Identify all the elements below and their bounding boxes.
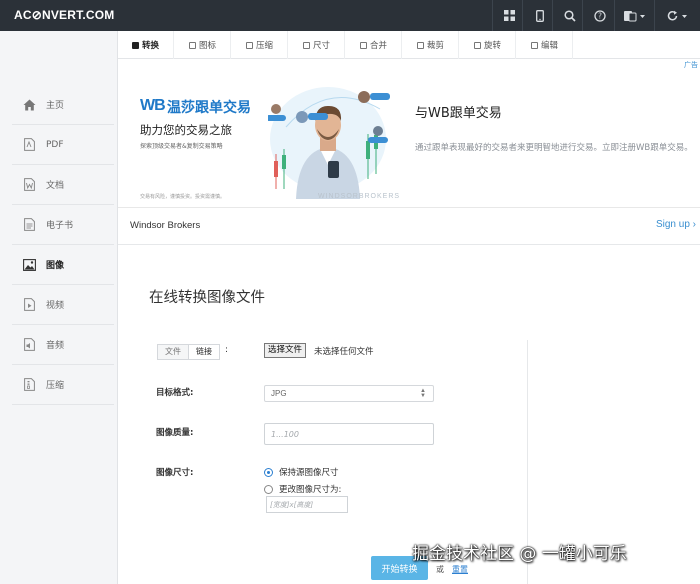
quality-label: 图像质量: <box>156 428 194 438</box>
ad-slogan: 助力您的交易之旅 <box>140 123 232 137</box>
file-status-text: 未选择任何文件 <box>314 347 374 357</box>
source-colon: : <box>225 345 229 355</box>
grid-icon[interactable] <box>492 0 526 31</box>
sidebar-item-pdf[interactable]: PDF <box>12 125 114 165</box>
radio-unselected-icon[interactable] <box>264 484 273 494</box>
sidebar-item-image[interactable]: 图像 <box>12 245 114 285</box>
wb-logo: WB <box>140 97 166 114</box>
target-format-select[interactable]: JPG ▲ ▼ <box>264 385 434 402</box>
sidebar: 主页 PDF 文档 电子书 图像 视频 音频 压缩 <box>0 31 118 584</box>
document-icon <box>22 178 36 192</box>
convert-form: 在线转换图像文件 文件 链接 : 选择文件 未选择任何文件 目标格式: JPG … <box>118 245 700 584</box>
ad-footer: Windsor Brokers Sign up › <box>118 208 700 245</box>
ad-subtext: 探索顶级交易者&复制交易策略 <box>140 143 223 150</box>
pdf-icon <box>22 138 36 152</box>
language-icon[interactable] <box>614 0 654 31</box>
sidebar-item-video[interactable]: 视频 <box>12 285 114 325</box>
source-tab-file[interactable]: 文件 <box>158 345 189 359</box>
target-format-value: JPG <box>271 389 287 398</box>
image-icon <box>22 258 36 272</box>
page-title: 在线转换图像文件 <box>149 290 265 306</box>
svg-text:?: ? <box>598 11 602 20</box>
target-format-label: 目标格式: <box>156 388 194 398</box>
checkbox-icon <box>302 41 310 49</box>
or-text: 或 <box>436 565 444 574</box>
ad-fine-print: 交易有风险，谨慎投资。投资需谨慎。 <box>140 194 226 200</box>
ebook-icon <box>22 218 36 232</box>
archive-icon <box>22 378 36 392</box>
reset-link[interactable]: 重置 <box>452 564 468 575</box>
checkbox-icon <box>188 41 196 49</box>
quality-input[interactable]: 1...100 <box>264 423 434 445</box>
sidebar-item-ebook[interactable]: 电子书 <box>12 205 114 245</box>
tab-merge[interactable]: 合并 <box>346 31 402 59</box>
sidebar-item-audio[interactable]: 音频 <box>12 325 114 365</box>
tab-rotate[interactable]: 旋转 <box>460 31 516 59</box>
trader-illustration <box>268 87 390 199</box>
ad-title[interactable]: 与WB跟单交易 <box>415 102 502 121</box>
tab-resize[interactable]: 尺寸 <box>289 31 345 59</box>
select-arrows-icon: ▲ ▼ <box>420 388 426 399</box>
video-icon <box>22 298 36 312</box>
home-icon <box>22 98 36 112</box>
checkbox-icon <box>359 41 367 49</box>
mobile-icon[interactable] <box>522 0 556 31</box>
dimension-input[interactable]: [宽度]x[高度] <box>266 496 348 513</box>
tab-icon[interactable]: 图标 <box>175 31 231 59</box>
tab-convert[interactable]: 转换 <box>118 31 174 59</box>
checkbox-icon <box>473 41 481 49</box>
ad-brand: 温莎跟单交易 <box>167 100 251 116</box>
sidebar-item-home[interactable]: 主页 <box>12 85 114 125</box>
radio-selected-icon[interactable] <box>264 467 273 477</box>
ad-signup-link[interactable]: Sign up › <box>656 219 696 230</box>
audio-icon <box>22 338 36 352</box>
tool-tabs: 转换 图标 压缩 尺寸 合并 裁剪 旋转 编辑 <box>118 31 700 59</box>
keep-size-option[interactable]: 保持源图像尺寸 <box>264 466 339 478</box>
help-icon[interactable]: ? <box>582 0 616 31</box>
ad-choices-label[interactable]: 广告 <box>684 60 698 70</box>
source-tab-link[interactable]: 链接 <box>189 345 219 359</box>
advertisement-banner[interactable]: 广告 WB 温莎跟单交易 助力您的交易之旅 探索顶级交易者&复制交易策略 交易有… <box>118 59 700 245</box>
refresh-icon[interactable] <box>654 0 700 31</box>
search-icon[interactable] <box>552 0 586 31</box>
ad-company-name[interactable]: Windsor Brokers <box>130 220 200 231</box>
checkbox-icon <box>245 41 253 49</box>
ad-brand-watermark: WINDSORBROKERS <box>318 193 401 200</box>
choose-file-button[interactable]: 选择文件 <box>264 343 307 358</box>
ad-description: 通过跟单表现最好的交易者来更明智地进行交易。立即注册WB跟单交易。 <box>415 143 693 153</box>
top-navigation-bar: AC⊘NVERT.COM ? <box>0 0 700 31</box>
tab-compress[interactable]: 压缩 <box>232 31 288 59</box>
checkbox-icon <box>416 41 424 49</box>
sidebar-item-document[interactable]: 文档 <box>12 165 114 205</box>
sidebar-item-archive[interactable]: 压缩 <box>12 365 114 405</box>
source-toggle: 文件 链接 <box>157 344 220 360</box>
site-logo[interactable]: AC⊘NVERT.COM <box>14 8 114 22</box>
tab-edit[interactable]: 编辑 <box>517 31 573 59</box>
checkbox-icon <box>530 41 538 49</box>
tab-crop[interactable]: 裁剪 <box>403 31 459 59</box>
size-label: 图像尺寸: <box>156 468 194 478</box>
community-watermark: 掘金技术社区 @ 一罐小可乐 <box>412 544 627 564</box>
checkbox-icon <box>131 41 139 49</box>
change-size-option[interactable]: 更改图像尺寸为: <box>264 483 341 495</box>
ad-creative[interactable]: 广告 WB 温莎跟单交易 助力您的交易之旅 探索顶级交易者&复制交易策略 交易有… <box>118 59 700 207</box>
